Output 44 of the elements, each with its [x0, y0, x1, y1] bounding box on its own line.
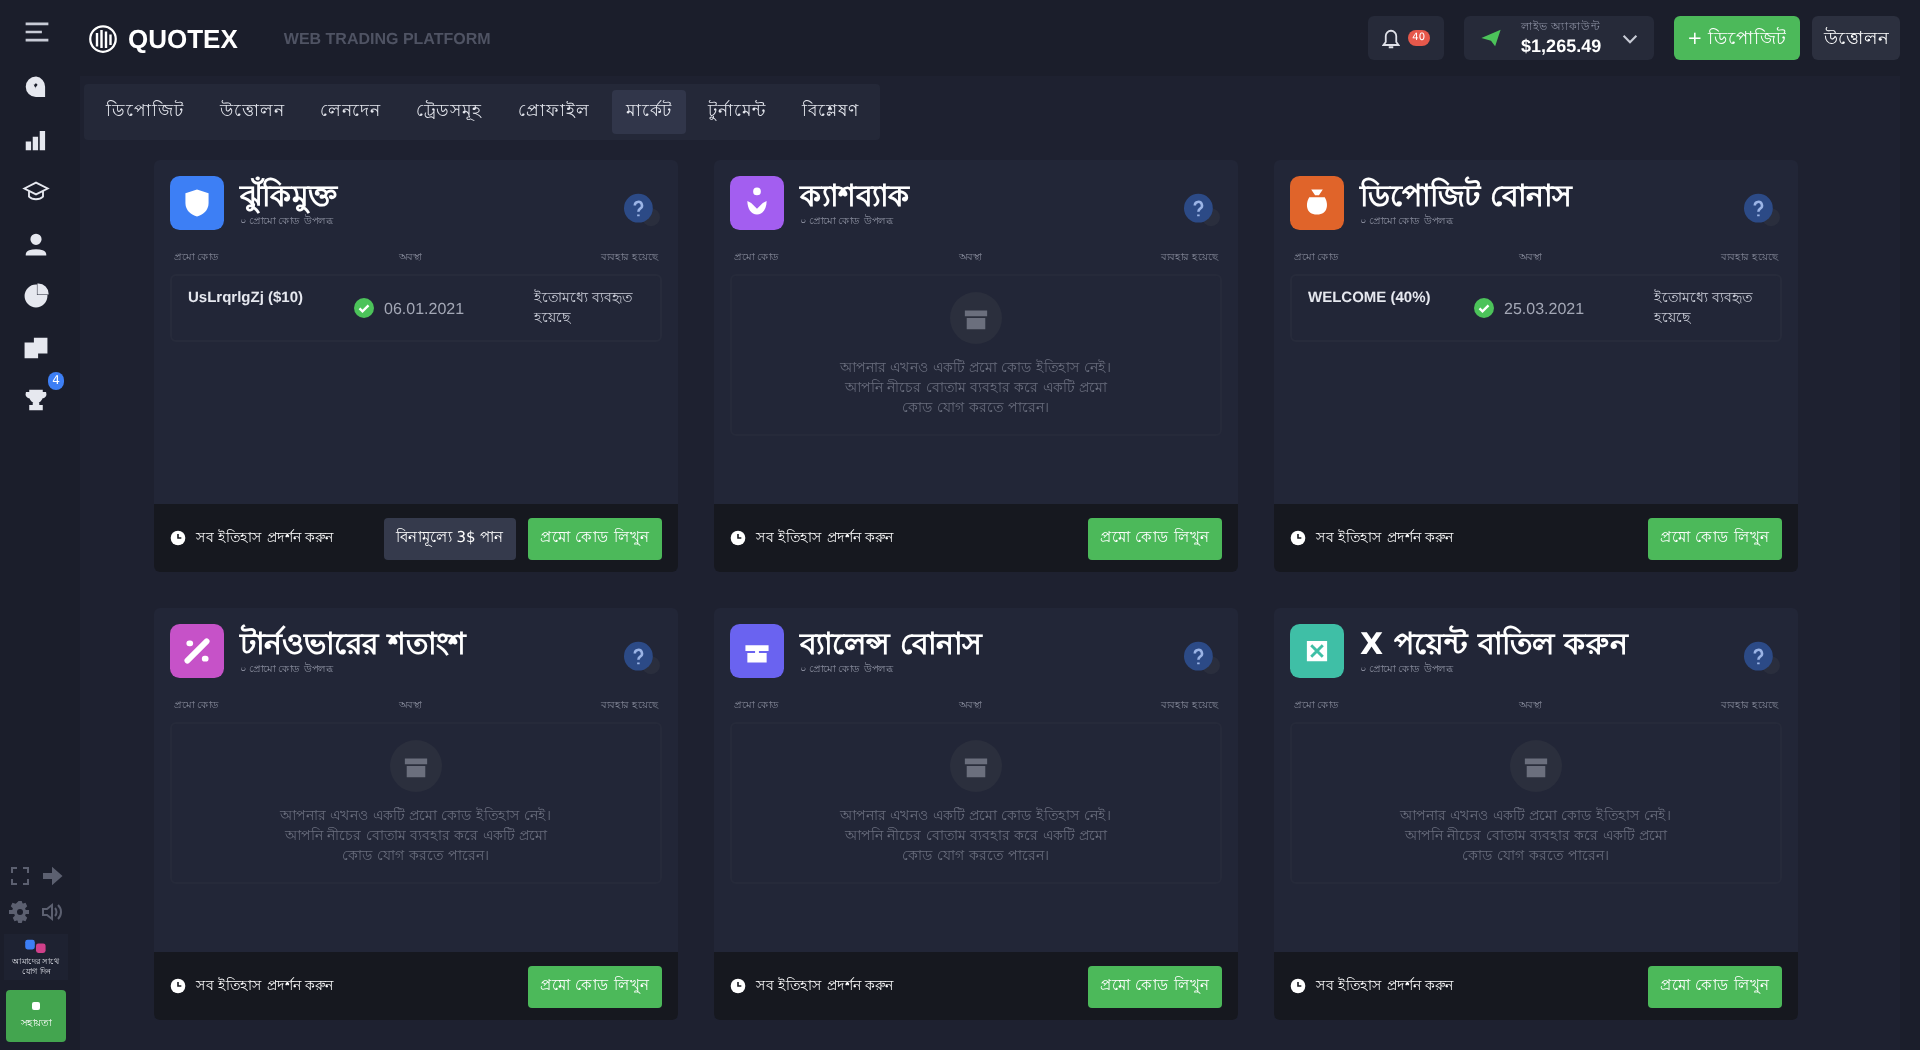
check-icon	[1474, 298, 1494, 318]
fullscreen-icon[interactable]	[8, 864, 32, 888]
card-title: ডিপোজিট বোনাস	[1360, 177, 1575, 213]
clock-icon	[1290, 530, 1306, 546]
bell-icon	[1382, 27, 1401, 49]
settings-icon[interactable]	[8, 900, 32, 924]
check-icon	[354, 298, 374, 318]
card-title: ব্যালেন্স বোনাস	[800, 625, 985, 661]
nav-tab[interactable]: প্রোফাইল	[504, 90, 604, 134]
empty-box-icon	[1510, 740, 1562, 792]
user-icon[interactable]	[22, 228, 50, 260]
withdraw-button[interactable]: উত্তোলন	[1812, 16, 1900, 60]
empty-box-icon	[950, 740, 1002, 792]
tagline: WEB TRADING PLATFORM	[283, 29, 491, 47]
clock-icon	[170, 978, 186, 994]
nav-tab[interactable]: বিশ্লেষণ	[788, 90, 872, 134]
nav-tab[interactable]: মার্কেট	[612, 90, 686, 134]
nav-tab[interactable]: উত্তোলন	[206, 90, 298, 134]
empty-box-icon	[950, 292, 1002, 344]
sound-icon[interactable]	[40, 900, 64, 924]
clock-icon	[170, 530, 186, 546]
date-text: 06.01.2021	[384, 299, 465, 317]
trophy-icon[interactable]	[22, 384, 50, 416]
logo-text: QUOTEX	[128, 23, 238, 53]
nav-tab[interactable]: টুর্নামেন্ট	[694, 90, 780, 134]
social-icon	[24, 938, 48, 956]
nav-tab[interactable]: ডিপোজিট	[92, 90, 198, 134]
card-title: টার্নওভারের শতাংশ	[240, 625, 469, 661]
card-title: ক্যাশব্যাক	[800, 177, 912, 213]
market-icon[interactable]	[22, 332, 50, 364]
pie-icon[interactable]	[22, 280, 50, 312]
clock-icon	[730, 530, 746, 546]
menu-icon[interactable]	[23, 20, 49, 44]
nav-tab[interactable]: ট্রেডসমূহ	[402, 90, 496, 134]
card-title: ঝুঁকিমুক্ত	[240, 177, 340, 213]
clock-icon	[730, 978, 746, 994]
empty-box-icon	[390, 740, 442, 792]
logo-icon	[88, 23, 118, 53]
chevron-down-icon	[1621, 33, 1638, 43]
nav-tab[interactable]: লেনদেন	[306, 90, 394, 134]
clock-icon	[1290, 978, 1306, 994]
card-title: X পয়েন্ট বাতিল করুন	[1360, 625, 1631, 661]
date-text: 25.03.2021	[1504, 299, 1585, 317]
paper-plane-icon	[1479, 28, 1502, 48]
